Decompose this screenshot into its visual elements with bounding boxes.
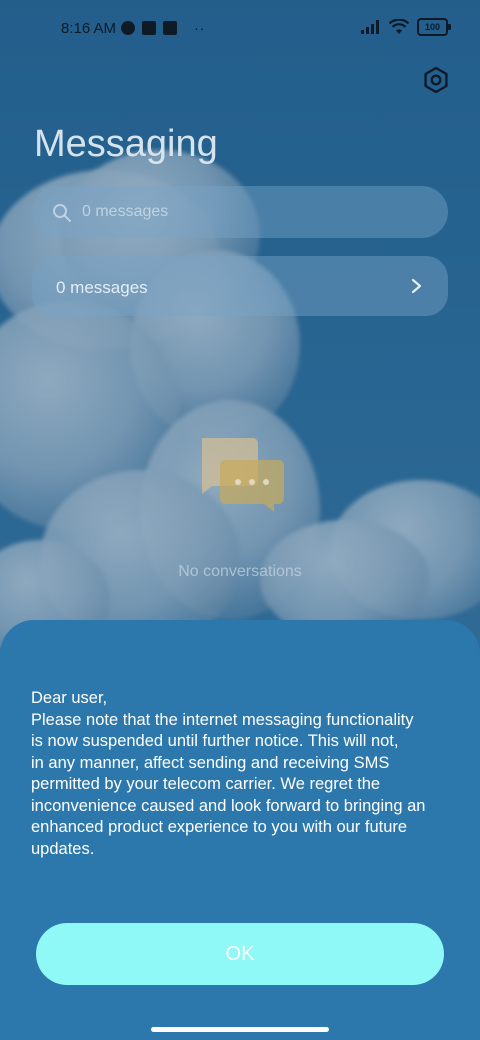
notification-app-icon — [121, 21, 135, 35]
notice-line: is now suspended until further notice. T… — [31, 732, 399, 750]
more-notifications-icon: ·· — [194, 20, 206, 36]
chat-bubbles-icon — [202, 438, 284, 512]
ok-button[interactable]: OK — [36, 923, 444, 985]
messages-row-label: 0 messages — [56, 278, 148, 297]
wifi-icon — [389, 19, 409, 34]
status-bar: 8:16 AM ·· 100 — [0, 0, 480, 56]
status-time: 8:16 AM — [61, 20, 117, 37]
chevron-right-icon — [411, 278, 422, 294]
system-icons: 100 — [361, 18, 451, 36]
page-title: Messaging — [34, 123, 218, 165]
signal-icon — [361, 20, 379, 34]
notice-message: Dear user, Please note that the internet… — [31, 688, 463, 860]
notice-line: permitted by your telecom carrier. We re… — [31, 775, 381, 793]
notice-line: inconvenience caused and look forward to… — [31, 796, 426, 815]
home-indicator[interactable] — [151, 1027, 329, 1032]
notice-line: Dear user, — [31, 689, 108, 707]
gear-icon[interactable] — [422, 66, 450, 94]
empty-state-text: No conversations — [178, 563, 302, 580]
notification-square-icon — [142, 21, 156, 35]
notice-line: updates. — [31, 839, 95, 858]
app-screen: 8:16 AM ·· 100 Messaging 0 messages 0 me… — [0, 0, 480, 1040]
search-icon — [53, 204, 71, 222]
notification-upload-icon — [163, 21, 177, 35]
search-placeholder: 0 messages — [82, 203, 169, 220]
notice-line: Please note that the internet messaging … — [31, 710, 414, 729]
battery-icon: 100 — [417, 18, 451, 36]
notice-line: in any manner, affect sending and receiv… — [31, 753, 390, 772]
notice-line: enhanced product experience to you with … — [31, 818, 408, 836]
notification-icons: ·· — [121, 20, 205, 36]
